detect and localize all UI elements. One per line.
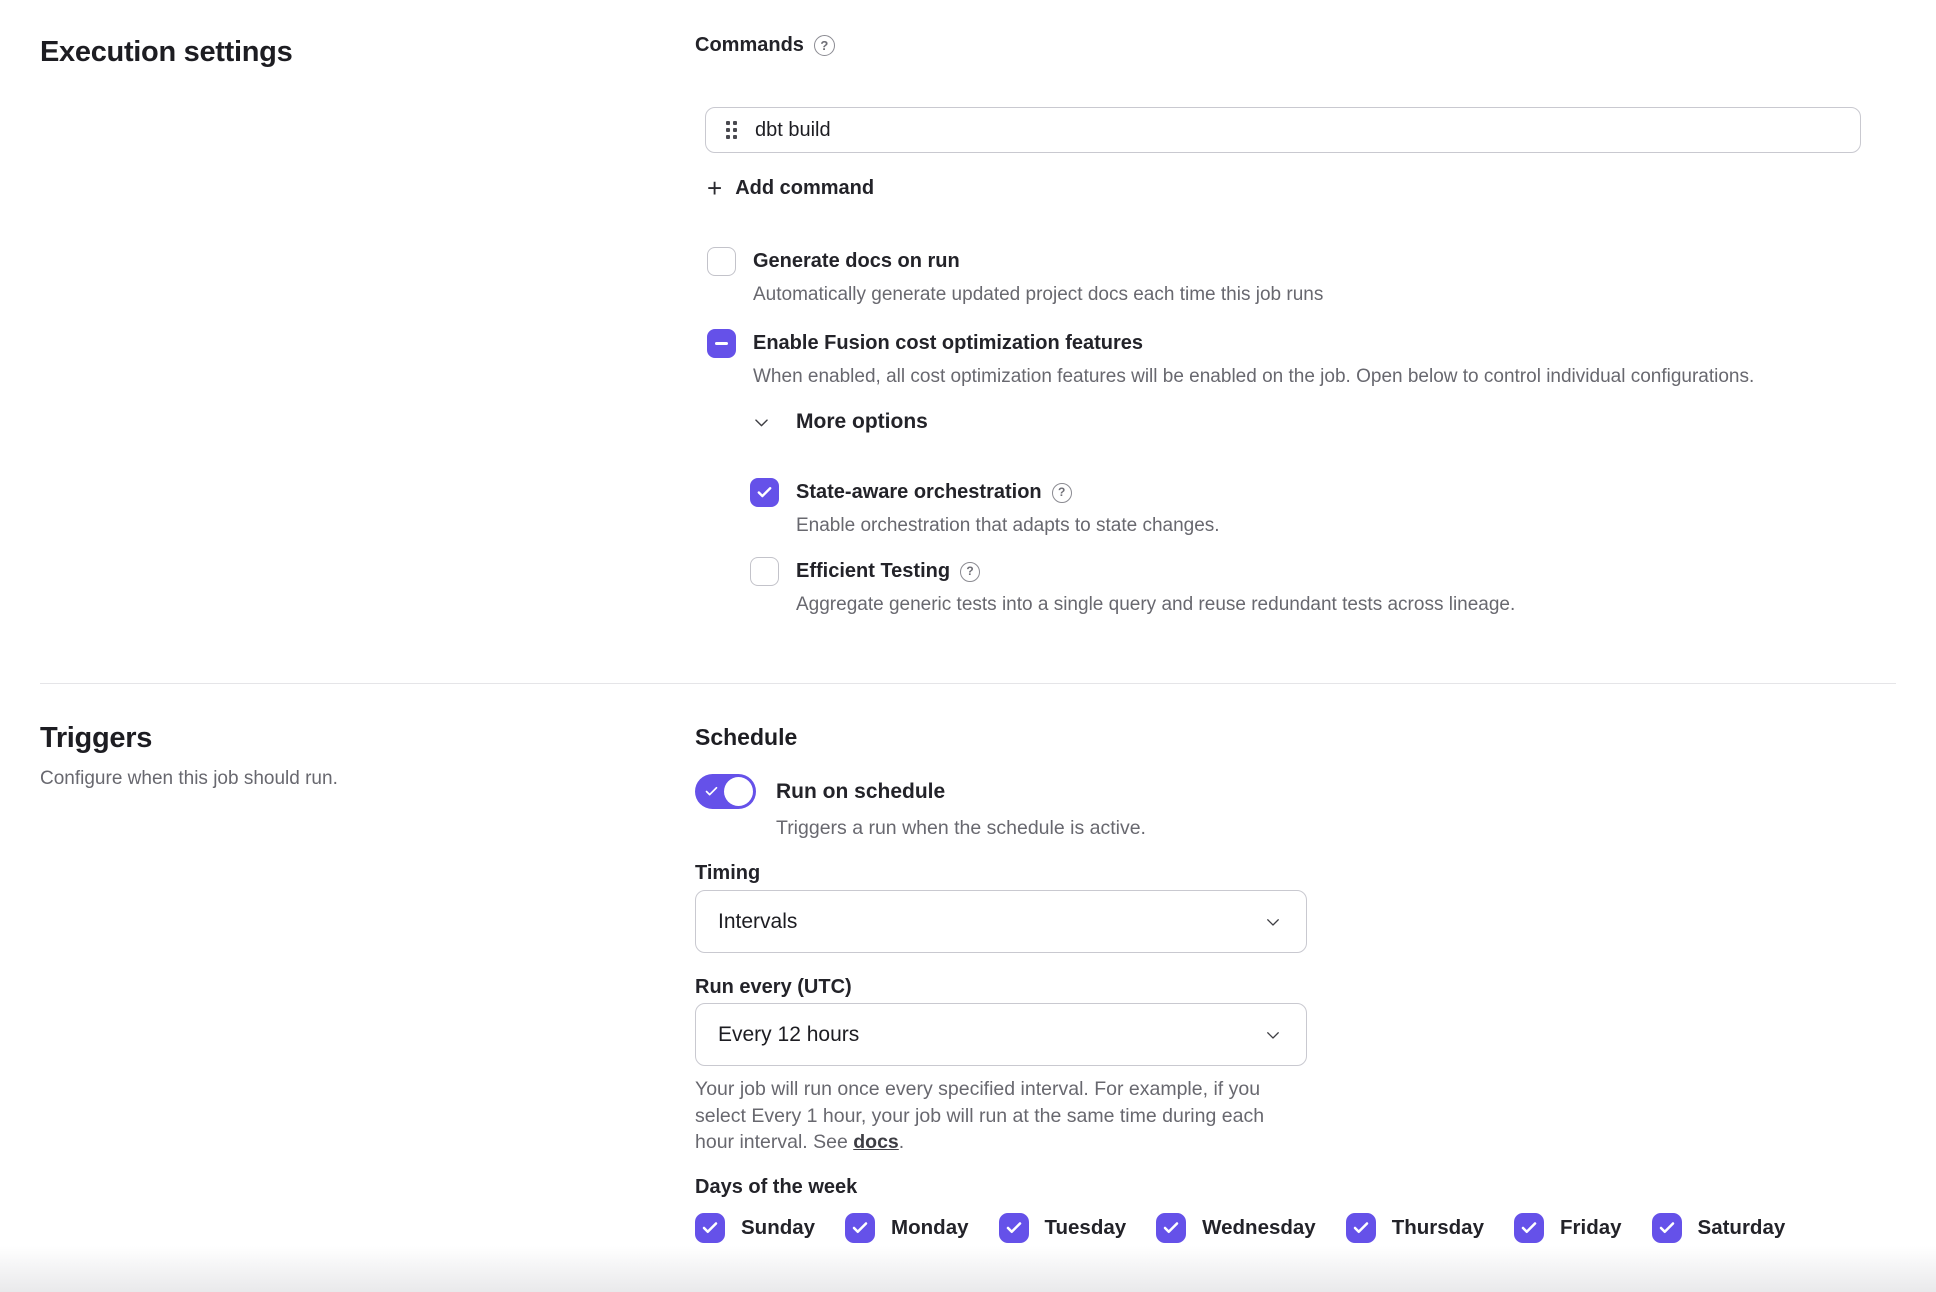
triggers-subtitle: Configure when this job should run. — [40, 768, 338, 790]
day-checkbox[interactable] — [1156, 1213, 1186, 1243]
indeterminate-dash-icon — [715, 342, 728, 346]
check-icon — [1352, 1219, 1370, 1237]
fusion-label: Enable Fusion cost optimization features — [753, 328, 1754, 359]
plus-icon: + — [707, 176, 722, 200]
day-checkbox-item[interactable]: Saturday — [1652, 1213, 1786, 1243]
state-aware-help-icon[interactable]: ? — [1052, 483, 1072, 503]
check-icon — [1658, 1219, 1676, 1237]
day-checkbox-item[interactable]: Tuesday — [999, 1213, 1127, 1243]
generate-docs-label: Generate docs on run — [753, 246, 1323, 277]
day-label: Thursday — [1392, 1216, 1484, 1240]
interval-help-text: Your job will run once every specified i… — [695, 1076, 1292, 1156]
run-on-schedule-description: Triggers a run when the schedule is acti… — [776, 817, 1146, 840]
state-aware-option: State-aware orchestration ? Enable orche… — [750, 477, 1220, 537]
day-checkbox[interactable] — [845, 1213, 875, 1243]
section-divider — [40, 683, 1896, 684]
state-aware-checkbox[interactable] — [750, 478, 779, 507]
run-every-select-value: Every 12 hours — [718, 1023, 859, 1047]
day-checkbox[interactable] — [1652, 1213, 1682, 1243]
job-settings-page: Execution settings Commands ? dbt build … — [0, 0, 1936, 1292]
check-icon — [1005, 1219, 1023, 1237]
check-icon — [701, 1219, 719, 1237]
bottom-fade — [0, 1246, 1936, 1292]
run-on-schedule-toggle[interactable] — [695, 774, 756, 809]
day-checkbox[interactable] — [695, 1213, 725, 1243]
commands-label-row: Commands ? — [695, 34, 835, 57]
day-checkbox-item[interactable]: Wednesday — [1156, 1213, 1316, 1243]
execution-settings-title: Execution settings — [40, 36, 292, 69]
check-icon — [1162, 1219, 1180, 1237]
check-icon — [704, 784, 719, 799]
run-on-schedule-label: Run on schedule — [776, 780, 945, 804]
drag-handle-icon[interactable] — [726, 121, 737, 139]
day-label: Saturday — [1698, 1216, 1786, 1240]
efficient-testing-option: Efficient Testing ? Aggregate generic te… — [750, 556, 1515, 616]
day-checkbox-item[interactable]: Sunday — [695, 1213, 815, 1243]
run-every-label: Run every (UTC) — [695, 976, 852, 999]
day-checkbox[interactable] — [999, 1213, 1029, 1243]
day-label: Friday — [1560, 1216, 1622, 1240]
more-options-label: More options — [796, 410, 928, 434]
schedule-title: Schedule — [695, 724, 797, 751]
command-value: dbt build — [755, 119, 831, 142]
day-checkbox[interactable] — [1346, 1213, 1376, 1243]
generate-docs-checkbox[interactable] — [707, 247, 736, 276]
triggers-title: Triggers — [40, 722, 152, 755]
state-aware-label: State-aware orchestration — [796, 477, 1042, 508]
day-label: Wednesday — [1202, 1216, 1316, 1240]
state-aware-description: Enable orchestration that adapts to stat… — [796, 515, 1220, 537]
run-every-select[interactable]: Every 12 hours — [695, 1003, 1307, 1066]
day-label: Monday — [891, 1216, 968, 1240]
commands-help-icon[interactable]: ? — [814, 35, 835, 56]
efficient-testing-label: Efficient Testing — [796, 556, 950, 587]
timing-select[interactable]: Intervals — [695, 890, 1307, 953]
check-icon — [851, 1219, 869, 1237]
add-command-label: Add command — [735, 177, 874, 200]
fusion-checkbox[interactable] — [707, 329, 736, 358]
timing-label: Timing — [695, 862, 760, 885]
efficient-testing-description: Aggregate generic tests into a single qu… — [796, 594, 1515, 616]
efficient-testing-help-icon[interactable]: ? — [960, 562, 980, 582]
docs-link[interactable]: docs — [853, 1131, 899, 1153]
command-input[interactable]: dbt build — [705, 107, 1861, 153]
generate-docs-option: Generate docs on run Automatically gener… — [707, 246, 1323, 306]
days-of-week-row: Sunday Monday Tuesday Wednesday — [695, 1213, 1785, 1243]
check-icon — [756, 484, 773, 501]
day-checkbox-item[interactable]: Monday — [845, 1213, 968, 1243]
day-label: Sunday — [741, 1216, 815, 1240]
days-of-week-label: Days of the week — [695, 1176, 857, 1199]
commands-label: Commands — [695, 34, 804, 57]
day-checkbox-item[interactable]: Thursday — [1346, 1213, 1484, 1243]
fusion-option: Enable Fusion cost optimization features… — [707, 328, 1754, 388]
fusion-description: When enabled, all cost optimization feat… — [753, 366, 1754, 388]
add-command-button[interactable]: + Add command — [707, 176, 874, 200]
day-checkbox[interactable] — [1514, 1213, 1544, 1243]
chevron-down-icon — [1264, 913, 1282, 931]
chevron-down-icon — [752, 413, 771, 432]
day-label: Tuesday — [1045, 1216, 1127, 1240]
generate-docs-description: Automatically generate updated project d… — [753, 284, 1323, 306]
more-options-toggle[interactable]: More options — [752, 410, 928, 434]
chevron-down-icon — [1264, 1026, 1282, 1044]
check-icon — [1520, 1219, 1538, 1237]
timing-select-value: Intervals — [718, 910, 797, 934]
efficient-testing-checkbox[interactable] — [750, 557, 779, 586]
day-checkbox-item[interactable]: Friday — [1514, 1213, 1622, 1243]
toggle-knob — [724, 777, 753, 806]
